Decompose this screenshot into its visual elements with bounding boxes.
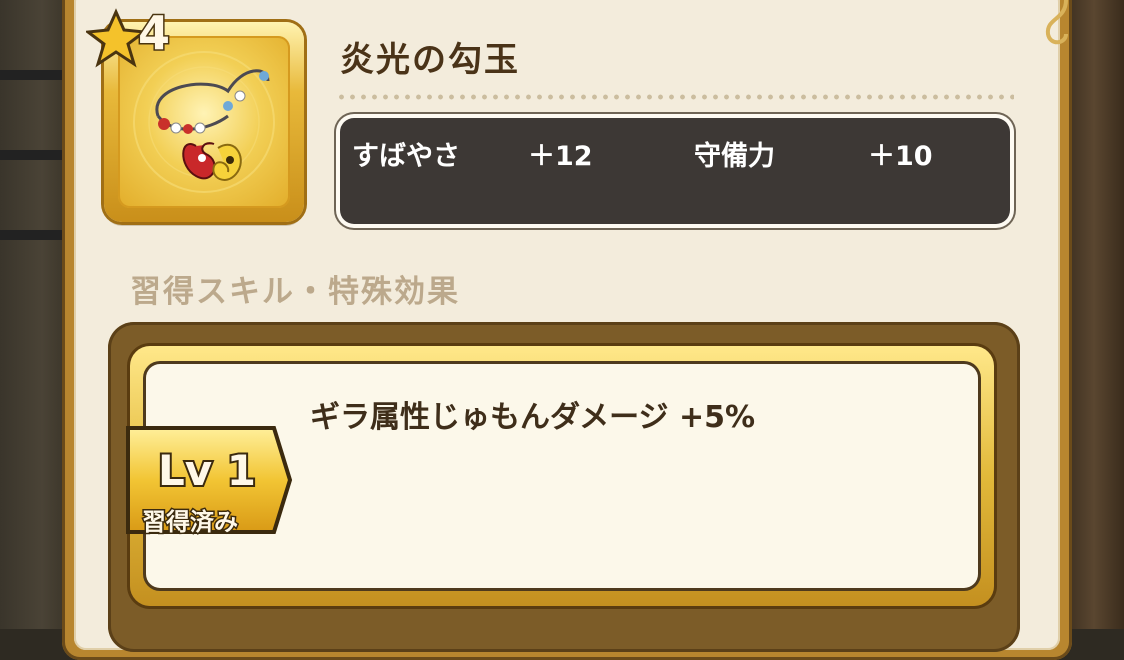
skill-effect-text: ギラ属性じゅもんダメージ +5% — [310, 400, 756, 435]
corner-ornament-icon — [1045, 0, 1068, 45]
section-title: 習得スキル・特殊効果 — [130, 274, 460, 310]
background-scenery-right — [1064, 0, 1124, 629]
stats-box: すばやさ ＋12 守備力 ＋10 — [340, 118, 1010, 224]
background-scenery-left — [0, 0, 70, 629]
rarity-number: 4 — [136, 5, 171, 62]
skill-level: Lv 1 — [156, 444, 258, 497]
stat-value-defense: ＋10 — [868, 141, 933, 172]
item-name: 炎光の勾玉 — [340, 40, 520, 80]
dotted-divider — [336, 94, 1014, 100]
skill-status: 習得済み — [141, 507, 240, 538]
stat-label-agility: すばやさ — [352, 141, 460, 172]
stat-label-defense: 守備力 — [694, 141, 775, 172]
stat-value-agility: ＋12 — [528, 141, 593, 172]
